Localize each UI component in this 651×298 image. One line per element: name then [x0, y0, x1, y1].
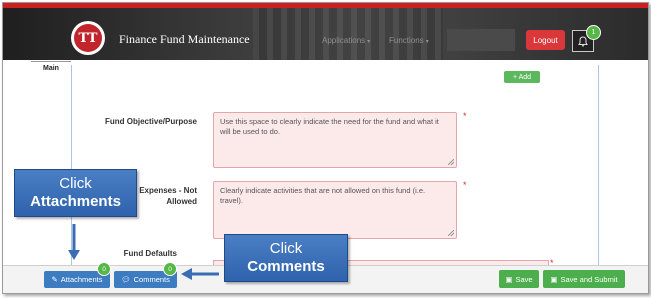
- callout-arrows: [68, 224, 219, 280]
- arrow-down-icon: [68, 224, 80, 260]
- arrow-left-icon: [181, 268, 219, 280]
